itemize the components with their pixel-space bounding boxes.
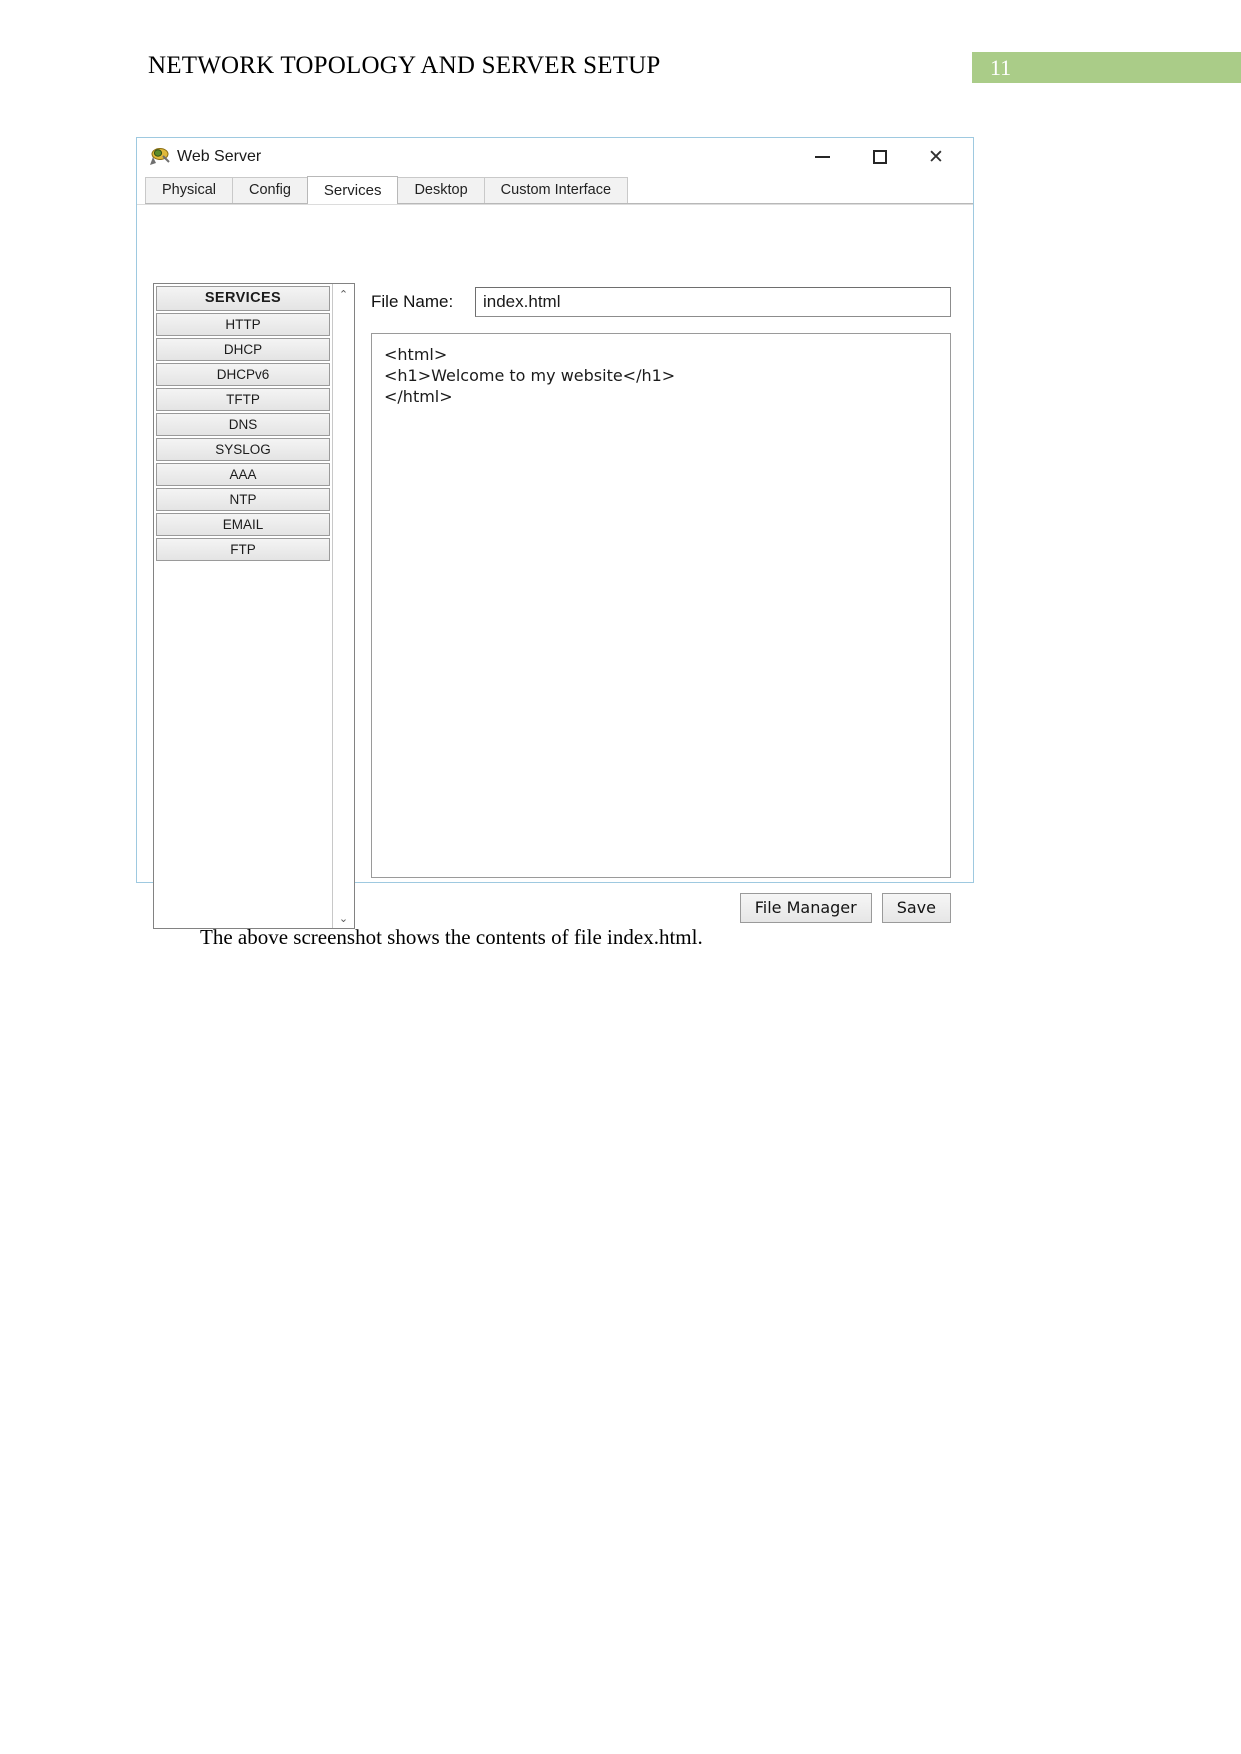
document-page: NETWORK TOPOLOGY AND SERVER SETUP 11 Web…: [0, 0, 1241, 1754]
file-manager-button[interactable]: File Manager: [739, 893, 872, 923]
html-code-editor[interactable]: <html> <h1>Welcome to my website</h1> </…: [371, 333, 951, 878]
tab-custom-interface[interactable]: Custom Interface: [483, 177, 629, 203]
tab-bar: Physical Config Services Desktop Custom …: [145, 176, 973, 204]
services-sidebar: SERVICES HTTP DHCP DHCPv6 TFTP DNS SYSLO…: [153, 283, 355, 929]
services-panel: SERVICES HTTP DHCP DHCPv6 TFTP DNS SYSLO…: [137, 204, 973, 929]
document-header: NETWORK TOPOLOGY AND SERVER SETUP 11: [0, 48, 1241, 88]
tab-config[interactable]: Config: [232, 177, 308, 203]
window-titlebar: Web Server ✕: [137, 138, 973, 177]
sidebar-item-aaa[interactable]: AAA: [156, 463, 330, 486]
services-list-header: SERVICES: [156, 286, 330, 311]
sidebar-item-dns[interactable]: DNS: [156, 413, 330, 436]
sidebar-item-syslog[interactable]: SYSLOG: [156, 438, 330, 461]
sidebar-item-ftp[interactable]: FTP: [156, 538, 330, 561]
sidebar-item-tftp[interactable]: TFTP: [156, 388, 330, 411]
window-title: Web Server: [177, 148, 262, 165]
sidebar-scrollbar[interactable]: ⌃ ⌄: [332, 284, 354, 928]
tab-services[interactable]: Services: [306, 176, 399, 204]
services-list: SERVICES HTTP DHCP DHCPv6 TFTP DNS SYSLO…: [154, 284, 332, 928]
sidebar-item-email[interactable]: EMAIL: [156, 513, 330, 536]
tab-desktop[interactable]: Desktop: [397, 177, 485, 203]
filename-label: File Name:: [371, 292, 454, 311]
maximize-icon: [873, 150, 887, 164]
minimize-button[interactable]: [799, 138, 845, 176]
close-button[interactable]: ✕: [913, 138, 959, 176]
filename-input[interactable]: [475, 287, 951, 317]
save-button[interactable]: Save: [881, 893, 951, 923]
server-icon: [149, 147, 171, 167]
sidebar-item-dhcp[interactable]: DHCP: [156, 338, 330, 361]
figure-caption: The above screenshot shows the contents …: [200, 925, 703, 949]
tab-physical[interactable]: Physical: [145, 177, 233, 203]
minimize-icon: [814, 156, 830, 158]
filename-row: File Name:: [371, 287, 951, 319]
sidebar-item-ntp[interactable]: NTP: [156, 488, 330, 511]
page-number-badge: 11: [972, 52, 1241, 83]
sidebar-item-dhcpv6[interactable]: DHCPv6: [156, 363, 330, 386]
action-buttons: File Manager Save: [739, 893, 951, 923]
scroll-up-icon[interactable]: ⌃: [333, 284, 354, 304]
sidebar-item-http[interactable]: HTTP: [156, 313, 330, 336]
web-server-window: Web Server ✕ Physical Config Services De…: [136, 137, 974, 929]
page-title: NETWORK TOPOLOGY AND SERVER SETUP: [148, 52, 661, 79]
maximize-button[interactable]: [857, 138, 903, 176]
